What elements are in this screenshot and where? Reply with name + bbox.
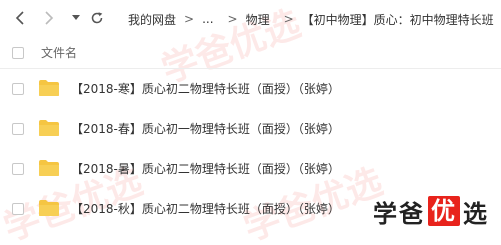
- breadcrumb-separator: >: [184, 12, 195, 26]
- folder-icon: [39, 120, 59, 136]
- breadcrumb-item-physics[interactable]: 物理: [246, 11, 270, 28]
- row-checkbox[interactable]: [12, 203, 24, 215]
- list-item[interactable]: 【2018-暑】质心初二物理特长班（面授）（张婷）: [0, 149, 501, 189]
- refresh-icon[interactable]: [89, 10, 105, 26]
- file-name: 【2018-春】质心初一物理特长班（面授）（张婷）: [71, 122, 340, 136]
- brand-logo: 学爸 优 选: [373, 193, 489, 229]
- select-all-checkbox[interactable]: [12, 47, 24, 59]
- file-name: 【2018-暑】质心初二物理特长班（面授）（张婷）: [71, 162, 340, 176]
- breadcrumb-item-ellipsis[interactable]: ...: [202, 12, 213, 26]
- chevron-right-icon[interactable]: [41, 10, 57, 26]
- breadcrumb: 我的网盘 > ... > 物理 > 【初中物理】质心：初中物理特长班 >: [128, 0, 501, 38]
- breadcrumb-separator: >: [227, 12, 238, 26]
- chevron-left-icon[interactable]: [12, 10, 28, 26]
- folder-icon: [39, 200, 59, 216]
- caret-down-icon[interactable]: [68, 10, 84, 26]
- brand-highlight: 优: [428, 196, 460, 226]
- row-checkbox[interactable]: [12, 163, 24, 175]
- file-browser: 学爸优选 学爸优选 学爸优选 我的网盘 > ... > 物理 > 【初中物理】质…: [0, 0, 501, 245]
- list-item[interactable]: 【2018-春】质心初一物理特长班（面授）（张婷）: [0, 109, 501, 149]
- column-header-filename[interactable]: 文件名: [41, 38, 77, 68]
- folder-icon: [39, 80, 59, 96]
- breadcrumb-item-my-drive[interactable]: 我的网盘: [128, 11, 176, 28]
- folder-icon: [39, 160, 59, 176]
- toolbar: 我的网盘 > ... > 物理 > 【初中物理】质心：初中物理特长班 >: [0, 0, 501, 38]
- brand-text: 选: [463, 199, 489, 228]
- list-header: 文件名: [0, 38, 501, 68]
- row-checkbox[interactable]: [12, 123, 24, 135]
- breadcrumb-separator: >: [283, 12, 294, 26]
- file-name: 【2018-秋】质心初二物理特长班（面授）（张婷）: [71, 202, 340, 216]
- list-item[interactable]: 【2018-寒】质心初二物理特长班（面授）（张婷）: [0, 69, 501, 109]
- file-name: 【2018-寒】质心初二物理特长班（面授）（张婷）: [71, 82, 340, 96]
- breadcrumb-item-current: 【初中物理】质心：初中物理特长班: [301, 12, 494, 27]
- row-checkbox[interactable]: [12, 83, 24, 95]
- brand-text: 学爸: [373, 199, 425, 228]
